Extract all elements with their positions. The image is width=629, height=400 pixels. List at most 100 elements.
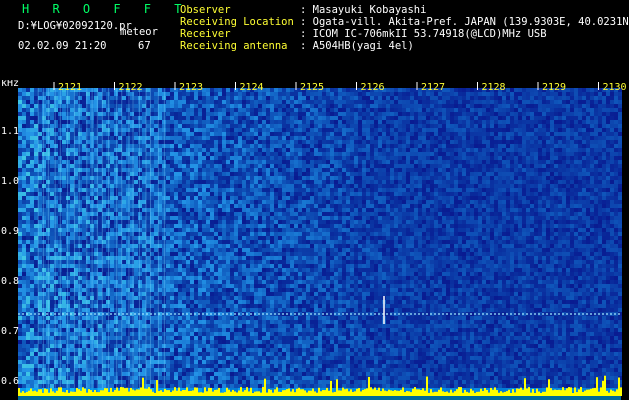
noise-cell [146,352,150,356]
noise-cell [266,88,270,92]
noise-cell [186,168,190,172]
noise-cell [26,328,30,332]
noise-cell [202,200,206,204]
noise-cell [70,380,74,384]
noise-cell [110,308,114,312]
noise-cell [182,152,186,156]
noise-cell [270,148,274,152]
noise-cell [138,304,142,308]
noise-cell [146,112,150,116]
noise-cell [138,260,142,264]
noise-cell [134,264,138,268]
noise-cell [210,336,214,340]
noise-cell [238,116,242,120]
noise-cell [54,296,58,300]
noise-cell [222,296,226,300]
noise-cell [246,192,250,196]
noise-cell [226,168,230,172]
noise-cell [26,136,30,140]
noise-cell [62,100,66,104]
noise-cell [230,172,234,176]
noise-cell [190,268,194,272]
noise-cell [166,368,170,372]
noise-cell [98,172,102,176]
noise-cell [190,344,194,348]
noise-cell [262,260,266,264]
noise-cell [166,100,170,104]
noise-cell [226,288,230,292]
noise-cell [202,216,206,220]
noise-cell [30,364,34,368]
noise-cell [34,368,38,372]
noise-cell [110,320,114,324]
noise-cell [174,108,178,112]
noise-cell [258,372,262,376]
noise-cell [266,160,270,164]
noise-cell [110,168,114,172]
noise-cell [242,248,246,252]
noise-cell [254,344,258,348]
noise-cell [54,300,58,304]
noise-cell [274,184,278,188]
noise-cell [222,300,226,304]
noise-cell [238,360,242,364]
noise-cell [142,248,146,252]
noise-cell [98,124,102,128]
noise-cell [146,104,150,108]
noise-cell [106,160,110,164]
noise-cell [34,96,38,100]
noise-cell [34,196,38,200]
noise-cell [110,176,114,180]
noise-cell [178,384,182,388]
noise-cell [122,148,126,152]
noise-cell [206,344,210,348]
noise-cell [182,224,186,228]
noise-cell [262,284,266,288]
noise-cell [214,376,218,380]
noise-cell [22,136,26,140]
noise-cell [142,300,146,304]
noise-cell [22,144,26,148]
noise-cell [78,124,82,128]
noise-cell [206,104,210,108]
noise-cell [166,228,170,232]
noise-cell [254,204,258,208]
noise-cell [226,384,230,388]
noise-cell [202,348,206,352]
noise-cell [22,200,26,204]
noise-cell [230,132,234,136]
noise-cell [250,368,254,372]
noise-cell [194,196,198,200]
noise-cell [266,132,270,136]
noise-cell [142,140,146,144]
noise-cell [242,96,246,100]
noise-cell [154,316,158,320]
noise-cell [174,104,178,108]
noise-cell [78,236,82,240]
noise-cell [190,248,194,252]
noise-cell [26,216,30,220]
noise-cell [234,140,238,144]
noise-cell [222,328,226,332]
noise-cell [62,372,66,376]
noise-cell [210,172,214,176]
noise-cell [142,360,146,364]
noise-cell [206,176,210,180]
noise-cell [226,304,230,308]
noise-cell [274,188,278,192]
noise-cell [266,228,270,232]
noise-cell [226,124,230,128]
noise-cell [226,380,230,384]
noise-cell [258,212,262,216]
noise-cell [198,140,202,144]
noise-cell [34,144,38,148]
noise-cell [54,284,58,288]
noise-cell [138,224,142,228]
noise-cell [134,356,138,360]
noise-cell [106,116,110,120]
noise-cell [154,276,158,280]
noise-cell [222,356,226,360]
noise-cell [82,320,86,324]
noise-cell [170,264,174,268]
noise-cell [106,208,110,212]
